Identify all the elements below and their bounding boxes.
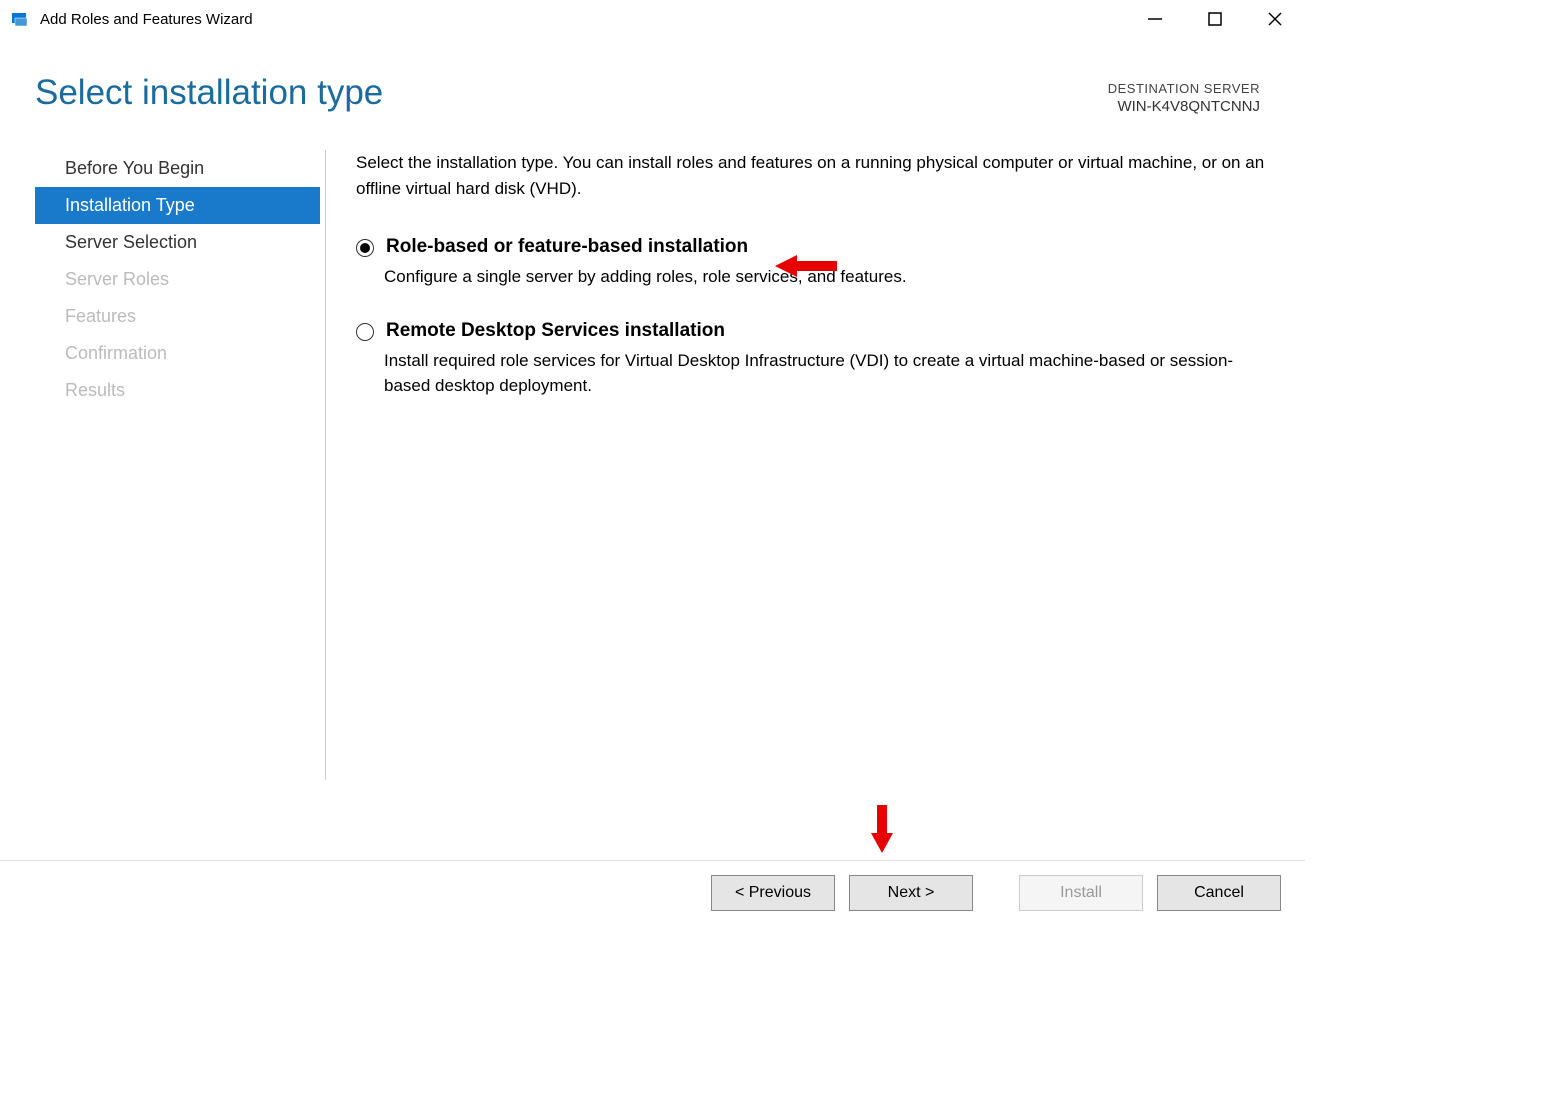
maximize-button[interactable]	[1185, 0, 1245, 38]
destination-label: DESTINATION SERVER	[1108, 81, 1260, 96]
install-button: Install	[1019, 875, 1143, 911]
option-role-based: Role-based or feature-based installation…	[356, 236, 1275, 290]
page-title: Select installation type	[35, 73, 383, 113]
header-section: Select installation type DESTINATION SER…	[0, 38, 1305, 125]
annotation-arrow-down-icon	[871, 805, 893, 858]
cancel-button[interactable]: Cancel	[1157, 875, 1281, 911]
option-desc-role-based: Configure a single server by adding role…	[384, 264, 1275, 290]
window-controls	[1125, 0, 1305, 38]
wizard-footer: < Previous Next > Install Cancel	[0, 860, 1305, 924]
option-desc-remote-desktop: Install required role services for Virtu…	[384, 348, 1275, 399]
wizard-window: Add Roles and Features Wizard Select ins…	[0, 0, 1305, 924]
next-button[interactable]: Next >	[849, 875, 973, 911]
option-title-role-based[interactable]: Role-based or feature-based installation	[386, 236, 748, 258]
previous-button[interactable]: < Previous	[711, 875, 835, 911]
destination-info: DESTINATION SERVER WIN-K4V8QNTCNNJ	[1108, 81, 1260, 115]
wizard-sidebar: Before You Begin Installation Type Serve…	[35, 125, 320, 805]
option-title-remote-desktop[interactable]: Remote Desktop Services installation	[386, 320, 725, 342]
nav-server-selection[interactable]: Server Selection	[35, 224, 320, 261]
window-title: Add Roles and Features Wizard	[40, 11, 253, 28]
nav-results: Results	[35, 372, 320, 409]
title-bar: Add Roles and Features Wizard	[0, 0, 1305, 38]
server-manager-icon	[10, 9, 30, 29]
nav-confirmation: Confirmation	[35, 335, 320, 372]
nav-server-roles: Server Roles	[35, 261, 320, 298]
intro-text: Select the installation type. You can in…	[356, 150, 1275, 201]
radio-role-based[interactable]	[356, 239, 374, 257]
content-area: Select the installation type. You can in…	[326, 125, 1305, 805]
destination-server: WIN-K4V8QNTCNNJ	[1108, 98, 1260, 115]
minimize-button[interactable]	[1125, 0, 1185, 38]
main-content: Before You Begin Installation Type Serve…	[0, 125, 1305, 805]
nav-installation-type[interactable]: Installation Type	[35, 187, 320, 224]
nav-features: Features	[35, 298, 320, 335]
nav-before-you-begin[interactable]: Before You Begin	[35, 150, 320, 187]
close-button[interactable]	[1245, 0, 1305, 38]
radio-remote-desktop[interactable]	[356, 323, 374, 341]
option-remote-desktop: Remote Desktop Services installation Ins…	[356, 320, 1275, 399]
